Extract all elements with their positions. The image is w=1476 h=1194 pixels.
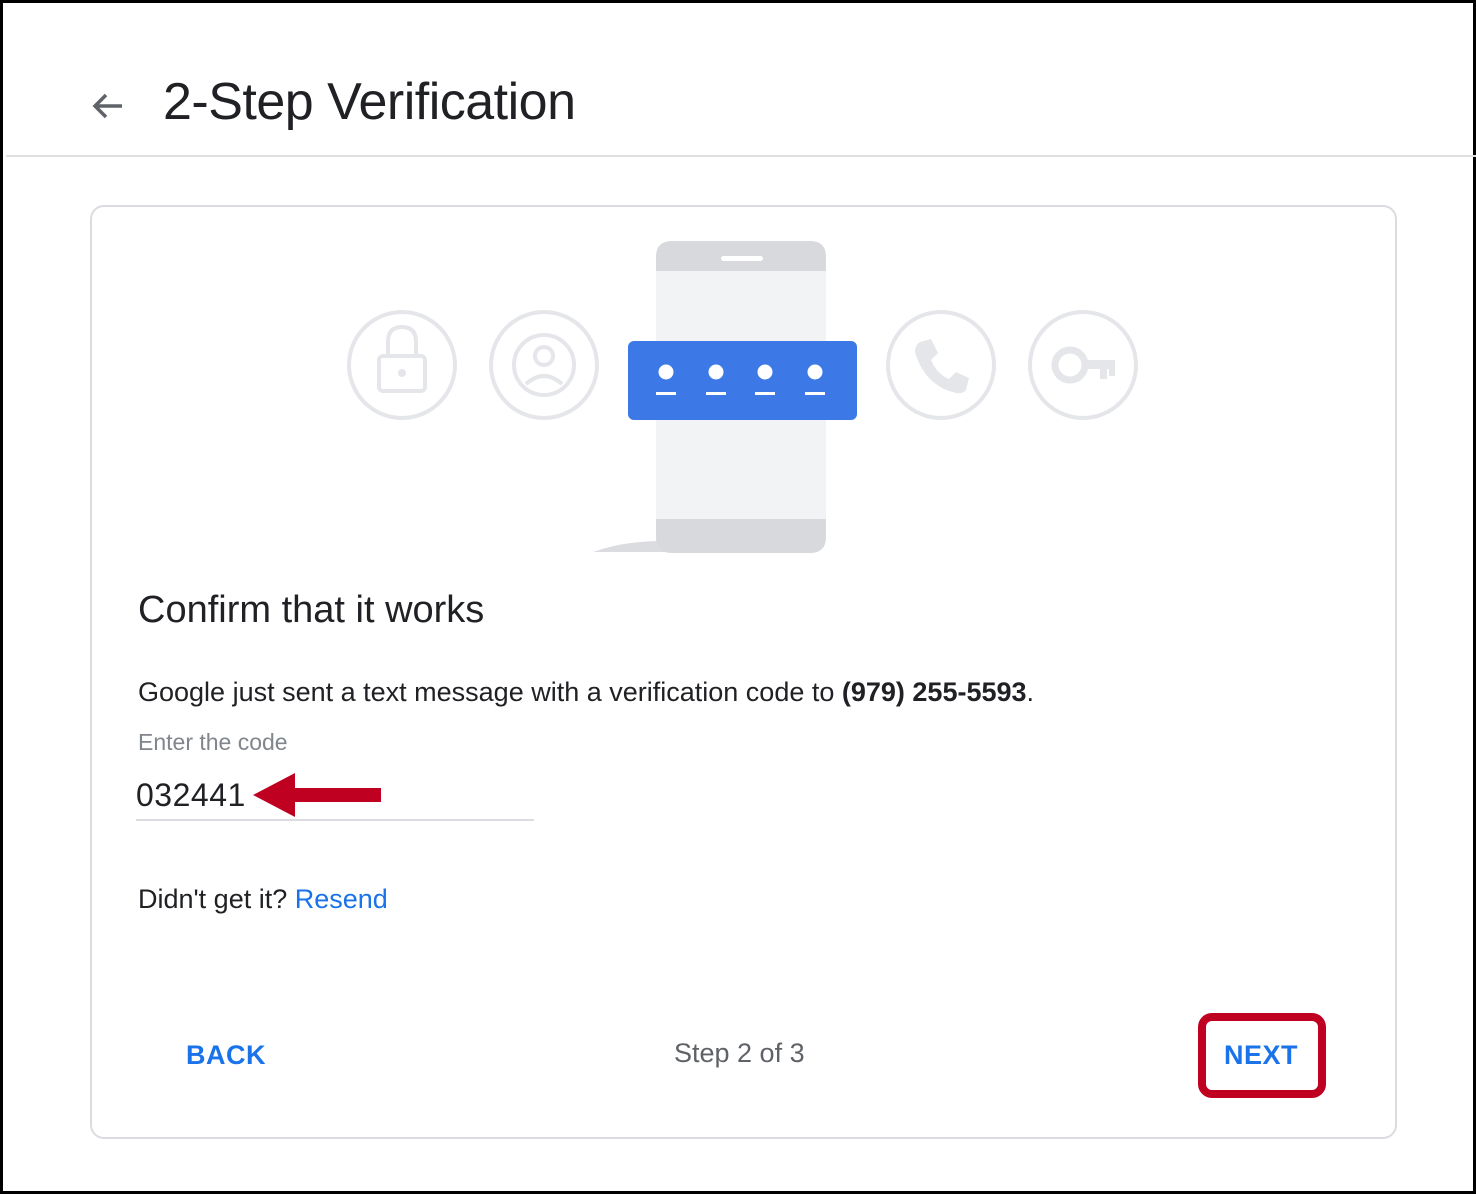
message-text: Google just sent a text message with a v… bbox=[138, 677, 842, 707]
resend-prompt: Didn't get it? bbox=[138, 884, 295, 914]
step-indicator: Step 2 of 3 bbox=[674, 1038, 805, 1068]
verification-code-bubble bbox=[628, 341, 857, 420]
back-button[interactable]: BACK bbox=[171, 1031, 281, 1079]
phone-number: (979) 255-5593 bbox=[841, 677, 1027, 707]
next-button[interactable]: NEXT bbox=[1211, 1031, 1311, 1079]
screenshot-frame: 2-Step Verification Confirm that it work… bbox=[0, 0, 1476, 1194]
resend-link[interactable]: Resend bbox=[295, 884, 388, 914]
resend-row: Didn't get it? Resend bbox=[138, 884, 388, 915]
key-icon bbox=[1028, 310, 1138, 420]
phone-call-icon bbox=[886, 310, 996, 420]
lock-icon bbox=[347, 310, 457, 420]
verification-illustration bbox=[347, 241, 1138, 553]
code-field-label: Enter the code bbox=[138, 729, 288, 755]
confirm-heading: Confirm that it works bbox=[138, 589, 485, 631]
message-end: . bbox=[1026, 677, 1035, 707]
page-header: 2-Step Verification bbox=[6, 6, 1476, 157]
account-circle-icon bbox=[489, 310, 599, 420]
page-title: 2-Step Verification bbox=[163, 73, 576, 131]
arrow-left-icon[interactable] bbox=[86, 84, 130, 128]
annotation-arrow bbox=[253, 773, 381, 817]
verification-message: Google just sent a text message with a v… bbox=[138, 677, 1034, 708]
